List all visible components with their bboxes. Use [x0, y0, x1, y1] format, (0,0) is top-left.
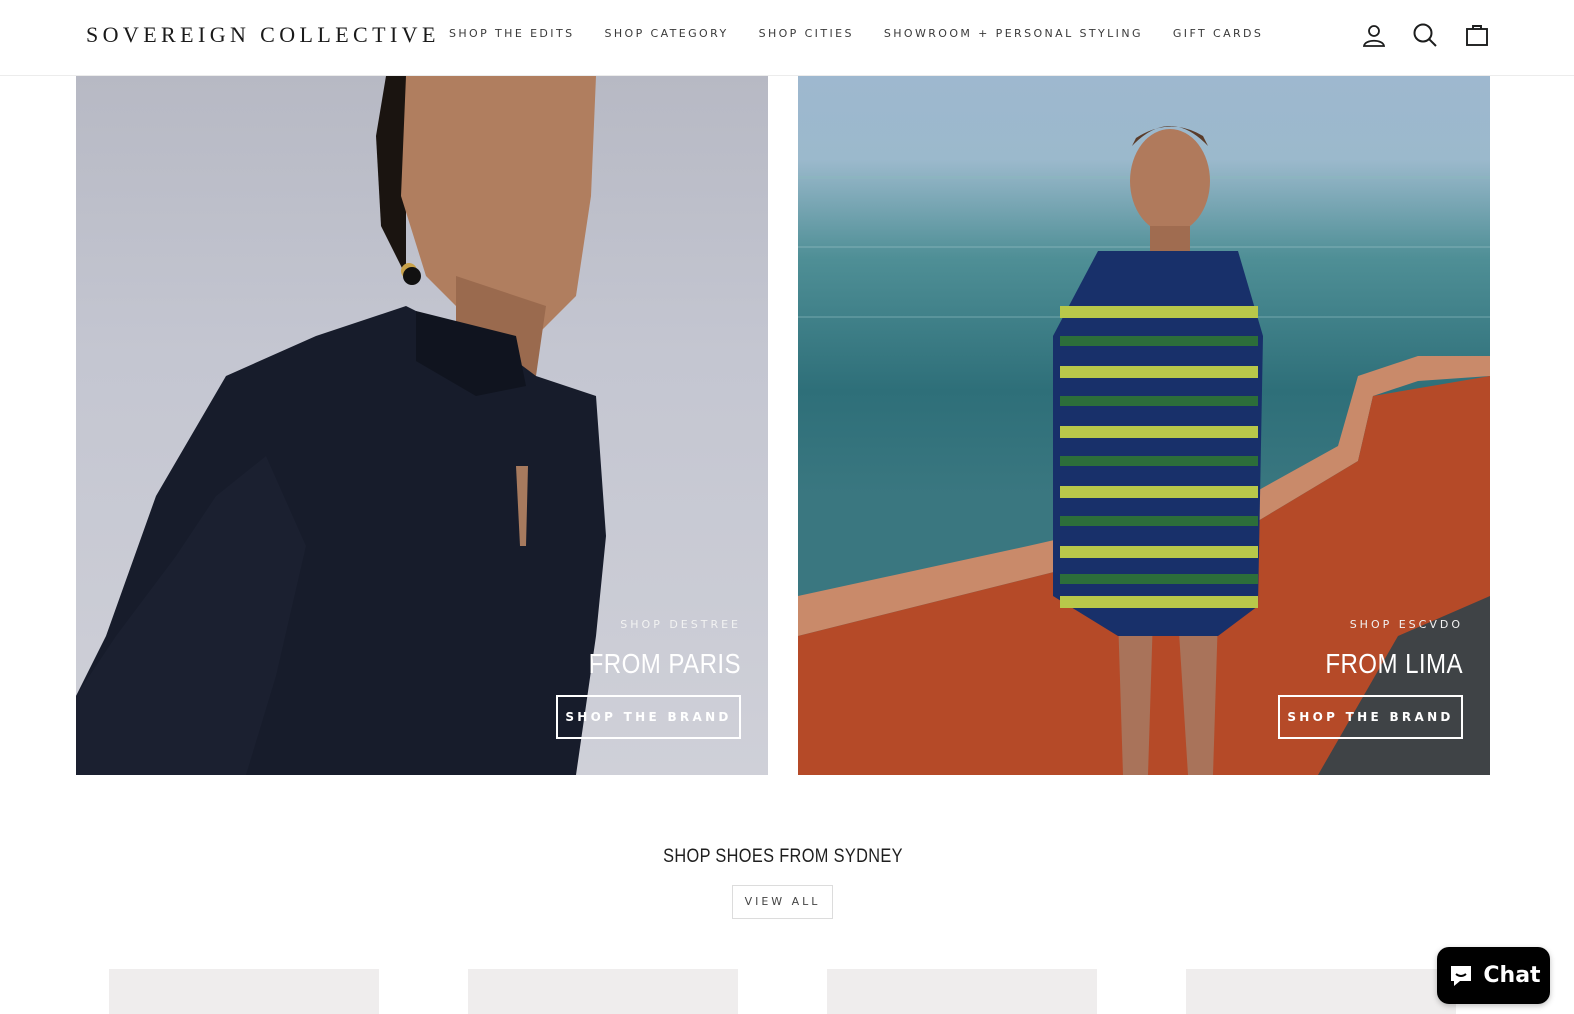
view-all-button[interactable]: VIEW ALL — [732, 885, 833, 919]
chat-button[interactable]: Chat — [1437, 947, 1550, 1004]
section-title: SHOP SHOES FROM SYDNEY — [663, 846, 903, 867]
product-card[interactable] — [468, 969, 738, 1014]
nav-shop-the-edits[interactable]: SHOP THE EDITS — [449, 27, 574, 40]
nav-shop-cities[interactable]: SHOP CITIES — [759, 27, 854, 40]
nav-showroom-personal-styling[interactable]: SHOWROOM + PERSONAL STYLING — [884, 27, 1143, 40]
hero-overlay-right: SHOP ESCVDO FROM LIMA SHOP THE BRAND — [1278, 618, 1463, 739]
hero-kicker: SHOP DESTREE — [620, 618, 741, 631]
hero-city-title: FROM PARIS — [588, 648, 741, 679]
search-icon[interactable] — [1411, 21, 1439, 49]
product-card[interactable] — [1186, 969, 1456, 1014]
nav-gift-cards[interactable]: GIFT CARDS — [1173, 27, 1263, 40]
cart-icon[interactable] — [1463, 21, 1491, 49]
hero-panel-escvdo[interactable]: SHOP ESCVDO FROM LIMA SHOP THE BRAND — [798, 76, 1490, 775]
hero-panel-destree[interactable]: SHOP DESTREE FROM PARIS SHOP THE BRAND — [76, 76, 768, 775]
product-card[interactable] — [827, 969, 1097, 1014]
main-nav: SHOP THE EDITS SHOP CATEGORY SHOP CITIES… — [449, 27, 1293, 40]
chat-bubble-icon — [1451, 965, 1472, 986]
shop-the-brand-button[interactable]: SHOP THE BRAND — [556, 695, 741, 739]
hero-kicker: SHOP ESCVDO — [1349, 618, 1463, 631]
site-logo[interactable]: SOVEREIGN COLLECTIVE — [86, 22, 440, 48]
site-header: SOVEREIGN COLLECTIVE SHOP THE EDITS SHOP… — [0, 0, 1574, 76]
account-icon[interactable] — [1360, 21, 1388, 49]
hero-overlay-left: SHOP DESTREE FROM PARIS SHOP THE BRAND — [556, 618, 741, 739]
nav-shop-category[interactable]: SHOP CATEGORY — [604, 27, 728, 40]
chat-label: Chat — [1483, 963, 1541, 988]
hero-city-title: FROM LIMA — [1325, 648, 1463, 679]
product-card[interactable] — [109, 969, 379, 1014]
shop-the-brand-button[interactable]: SHOP THE BRAND — [1278, 695, 1463, 739]
